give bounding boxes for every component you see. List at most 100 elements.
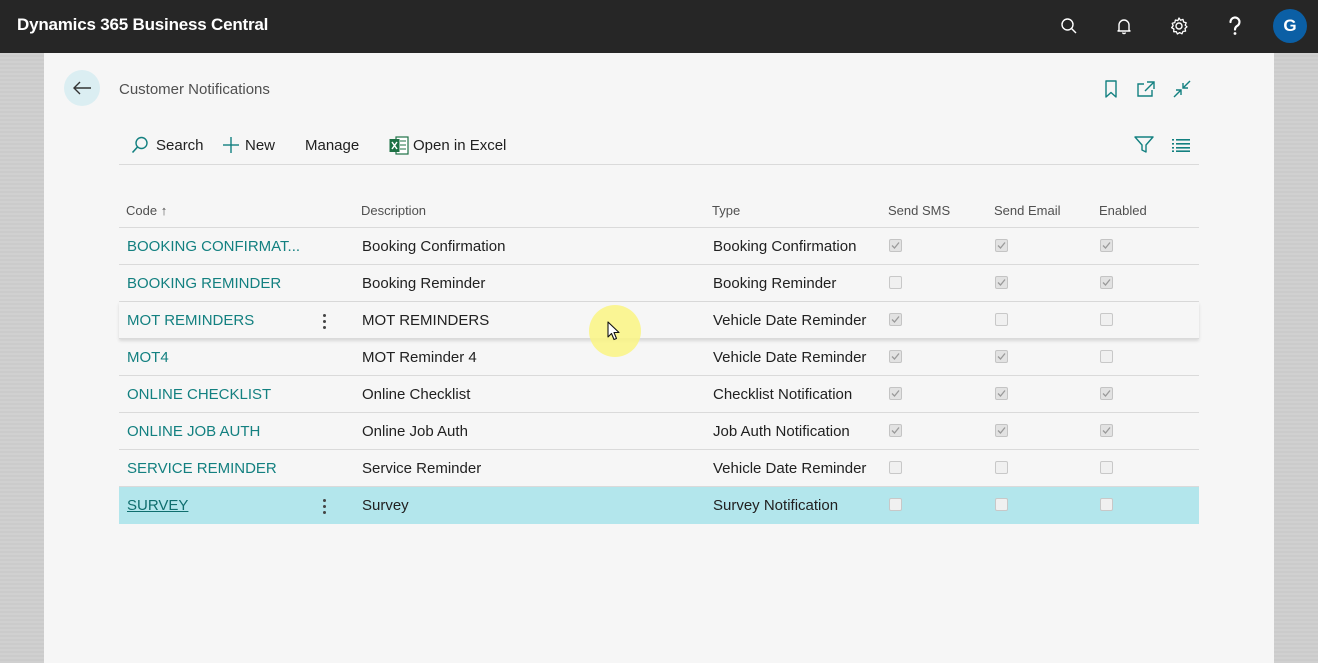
- bookmark-icon[interactable]: [1100, 78, 1122, 100]
- row-more-options-icon[interactable]: [317, 310, 331, 332]
- row-description: Service Reminder: [362, 460, 482, 477]
- row-code-link[interactable]: SERVICE REMINDER: [127, 460, 277, 477]
- side-background-right: [1274, 53, 1318, 663]
- row-description: Online Checklist: [362, 386, 471, 403]
- row-type: Vehicle Date Reminder: [713, 460, 867, 477]
- grid-rows: BOOKING CONFIRMAT... Booking Confirmation…: [119, 228, 1199, 524]
- row-code-link[interactable]: ONLINE CHECKLIST: [127, 386, 271, 403]
- list-icon: [1172, 138, 1190, 152]
- table-row[interactable]: BOOKING REMINDER Booking Reminder Booking …: [119, 265, 1199, 302]
- row-type: Checklist Notification: [713, 386, 853, 403]
- search-action-label: Search: [156, 136, 204, 154]
- new-button[interactable]: New: [222, 134, 275, 156]
- send-email-checkbox[interactable]: [995, 239, 1008, 252]
- send-email-checkbox[interactable]: [995, 313, 1008, 326]
- manage-menu[interactable]: Manage: [305, 134, 359, 156]
- manage-menu-label: Manage: [305, 136, 360, 154]
- row-type: Booking Reminder: [713, 275, 837, 292]
- table-row[interactable]: SURVEY Survey Survey Notification: [119, 487, 1199, 524]
- send-email-checkbox[interactable]: [995, 387, 1008, 400]
- enabled-checkbox[interactable]: [1100, 276, 1113, 289]
- enabled-checkbox[interactable]: [1100, 239, 1113, 252]
- row-type: Vehicle Date Reminder: [713, 349, 867, 366]
- page-card: Customer Notifications Search New Manage: [44, 53, 1274, 663]
- list-view-button[interactable]: [1172, 134, 1197, 156]
- collapse-icon[interactable]: [1171, 78, 1193, 100]
- table-row[interactable]: SERVICE REMINDER Service Reminder Vehicle …: [119, 450, 1199, 487]
- enabled-checkbox[interactable]: [1100, 313, 1113, 326]
- search-action[interactable]: Search: [131, 134, 204, 156]
- side-background-left: [0, 53, 44, 663]
- table-row[interactable]: BOOKING CONFIRMAT... Booking Confirmation…: [119, 228, 1199, 265]
- table-row[interactable]: MOT4 MOT Reminder 4 Vehicle Date Reminder: [119, 339, 1199, 376]
- customer-notifications-list: Code ↑ Description Type Send SMS Send Em…: [119, 193, 1199, 524]
- row-code-link[interactable]: BOOKING REMINDER: [127, 275, 281, 292]
- send-email-checkbox[interactable]: [995, 424, 1008, 437]
- row-type: Job Auth Notification: [713, 423, 850, 440]
- send-sms-checkbox[interactable]: [889, 387, 902, 400]
- row-type: Booking Confirmation: [713, 238, 857, 255]
- help-icon[interactable]: [1223, 14, 1247, 38]
- row-code-link[interactable]: MOT4: [127, 349, 169, 366]
- send-email-checkbox[interactable]: [995, 276, 1008, 289]
- row-description: MOT REMINDERS: [362, 312, 490, 329]
- mouse-cursor-icon: [607, 321, 620, 341]
- send-email-checkbox[interactable]: [995, 498, 1008, 511]
- enabled-checkbox[interactable]: [1100, 424, 1113, 437]
- table-row[interactable]: ONLINE JOB AUTH Online Job Auth Job Auth N…: [119, 413, 1199, 450]
- enabled-checkbox[interactable]: [1100, 350, 1113, 363]
- app-title[interactable]: Dynamics 365 Business Central: [17, 15, 268, 35]
- plus-icon: [222, 136, 240, 154]
- send-sms-checkbox[interactable]: [889, 424, 902, 437]
- row-code-link[interactable]: MOT REMINDERS: [127, 312, 254, 329]
- enabled-checkbox[interactable]: [1100, 387, 1113, 400]
- column-header-code[interactable]: Code ↑: [126, 203, 167, 218]
- column-header-send-sms[interactable]: Send SMS: [888, 203, 950, 218]
- bell-icon[interactable]: [1112, 14, 1136, 38]
- back-button[interactable]: [64, 70, 100, 106]
- arrow-left-icon: [73, 81, 91, 95]
- column-header-type[interactable]: Type: [712, 203, 740, 218]
- send-sms-checkbox[interactable]: [889, 239, 902, 252]
- user-avatar[interactable]: G: [1273, 9, 1307, 43]
- send-sms-checkbox[interactable]: [889, 276, 902, 289]
- action-bar: Search New Manage Open in Excel: [119, 127, 1199, 165]
- open-in-excel-button[interactable]: Open in Excel: [389, 134, 506, 156]
- enabled-checkbox[interactable]: [1100, 461, 1113, 474]
- row-type: Vehicle Date Reminder: [713, 312, 867, 329]
- row-code-link[interactable]: BOOKING CONFIRMAT...: [127, 238, 300, 255]
- gear-icon[interactable]: [1167, 14, 1191, 38]
- search-icon: [131, 136, 149, 154]
- row-more-options-icon[interactable]: [317, 495, 331, 517]
- send-sms-checkbox[interactable]: [889, 313, 902, 326]
- send-sms-checkbox[interactable]: [889, 498, 902, 511]
- filter-icon: [1134, 136, 1154, 154]
- row-description: Booking Confirmation: [362, 238, 506, 255]
- row-description: Booking Reminder: [362, 275, 486, 292]
- page-title: Customer Notifications: [119, 81, 270, 98]
- row-description: Survey: [362, 497, 409, 514]
- row-code-link[interactable]: SURVEY: [127, 497, 188, 514]
- column-header-description[interactable]: Description: [361, 203, 426, 218]
- column-header-enabled[interactable]: Enabled: [1099, 203, 1147, 218]
- column-header-code-label: Code: [126, 203, 158, 218]
- table-row[interactable]: ONLINE CHECKLIST Online Checklist Checklis…: [119, 376, 1199, 413]
- send-email-checkbox[interactable]: [995, 350, 1008, 363]
- search-icon[interactable]: [1057, 14, 1081, 38]
- enabled-checkbox[interactable]: [1100, 498, 1113, 511]
- table-row[interactable]: MOT REMINDERS MOT REMINDERS Vehicle Date R…: [119, 302, 1199, 339]
- app-bar: Dynamics 365 Business Central G: [0, 0, 1318, 53]
- column-header-send-email[interactable]: Send Email: [994, 203, 1060, 218]
- row-description: Online Job Auth: [362, 423, 468, 440]
- filter-button[interactable]: [1134, 134, 1161, 156]
- excel-icon: [389, 135, 409, 155]
- send-email-checkbox[interactable]: [995, 461, 1008, 474]
- row-code-link[interactable]: ONLINE JOB AUTH: [127, 423, 260, 440]
- new-button-label: New: [245, 136, 276, 154]
- send-sms-checkbox[interactable]: [889, 350, 902, 363]
- grid-header: Code ↑ Description Type Send SMS Send Em…: [119, 193, 1199, 228]
- row-description: MOT Reminder 4: [362, 349, 477, 366]
- sort-ascending-icon: ↑: [160, 203, 168, 218]
- send-sms-checkbox[interactable]: [889, 461, 902, 474]
- open-new-window-icon[interactable]: [1135, 78, 1157, 100]
